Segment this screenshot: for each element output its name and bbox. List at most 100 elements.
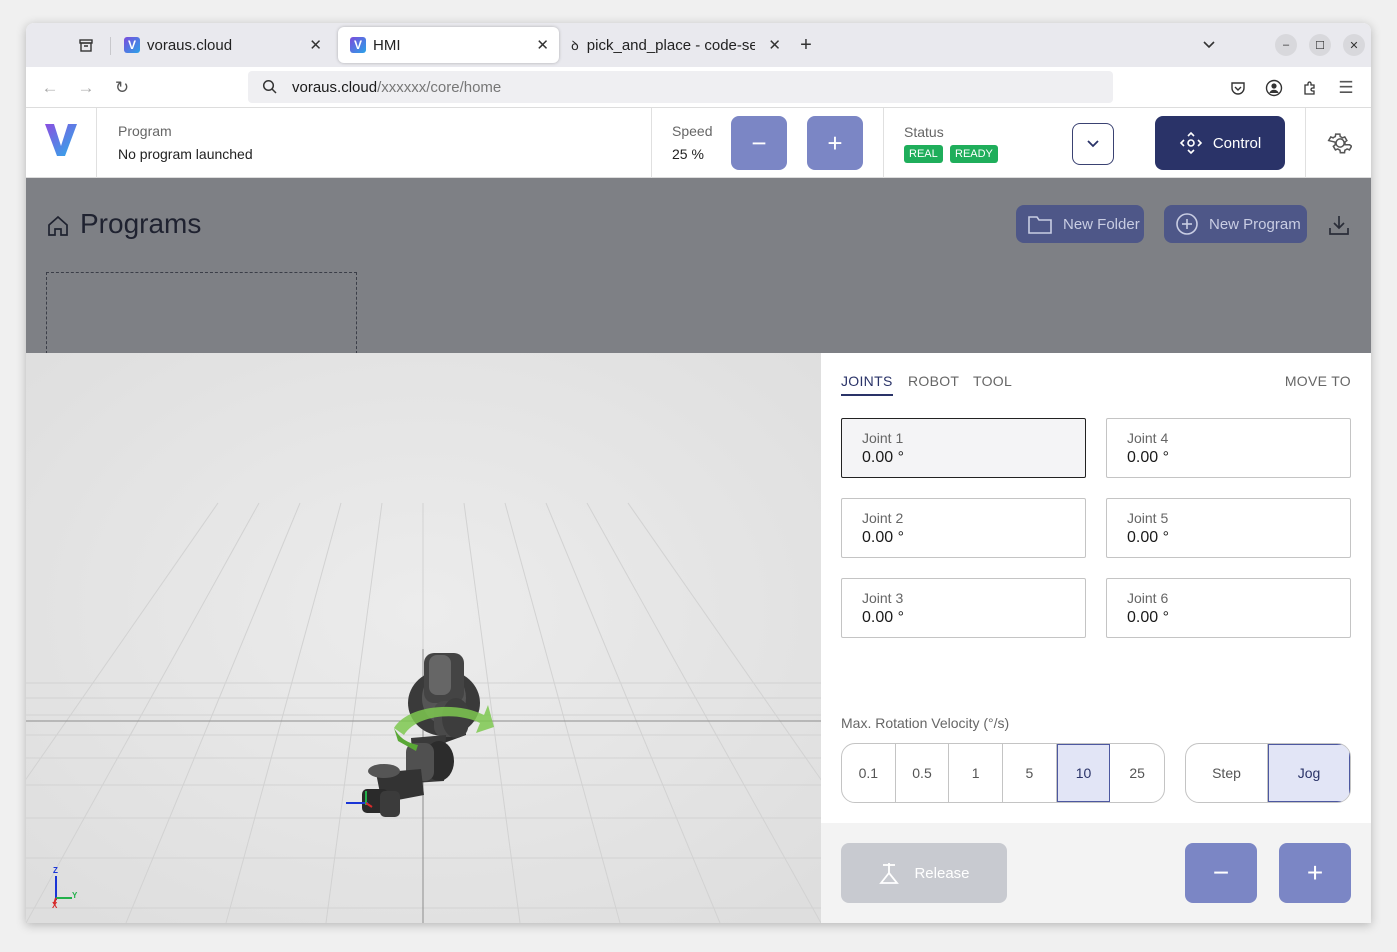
tab-code-server[interactable]: ꝺ pick_and_place - code-ser ✕ (559, 27, 781, 63)
program-drop-zone[interactable] (46, 272, 357, 354)
nav-bar: ← → ↻ voraus.cloud/xxxxxx/core/home ☰ (26, 67, 1371, 108)
panel-footer: Release − + (821, 823, 1371, 923)
folder-icon (1028, 216, 1052, 234)
back-icon[interactable]: ← (37, 75, 63, 101)
divider (1305, 108, 1306, 178)
program-label: Program (118, 123, 172, 139)
page-title: Programs (80, 208, 202, 239)
status-badge-real: REAL (904, 145, 943, 163)
joint-3-field[interactable]: Joint 3 0.00 ° (841, 578, 1086, 638)
close-icon[interactable]: ✕ (536, 36, 549, 54)
joint-label: Joint 5 (1127, 510, 1169, 526)
speed-decrease-button[interactable]: − (731, 116, 787, 170)
home-icon[interactable] (46, 214, 70, 243)
close-icon[interactable]: ✕ (309, 36, 322, 54)
speed-value: 25 % (672, 146, 704, 162)
panel-tabs: JOINTS ROBOT TOOL MOVE TO (841, 373, 1351, 399)
tab-list-chevron-icon[interactable] (1194, 30, 1224, 60)
tab-tool[interactable]: TOOL (973, 373, 1012, 389)
velocity-option[interactable]: 0.5 (896, 744, 950, 802)
url-bar[interactable]: voraus.cloud/xxxxxx/core/home (248, 71, 1113, 103)
browser-window: V voraus.cloud ✕ V HMI ✕ ꝺ pick_and_plac… (26, 23, 1371, 923)
forward-icon[interactable]: → (73, 75, 99, 101)
velocity-option[interactable]: 0.1 (842, 744, 896, 802)
tab-label: voraus.cloud (147, 36, 233, 54)
divider (651, 108, 652, 178)
voraus-logo-icon[interactable] (44, 120, 78, 164)
tab-move-to[interactable]: MOVE TO (1285, 373, 1351, 389)
velocity-option[interactable]: 1 (949, 744, 1004, 802)
joint-value: 0.00 ° (862, 449, 904, 466)
joint-value: 0.00 ° (1127, 609, 1169, 626)
status-badge-ready: READY (950, 145, 998, 163)
joint-label: Joint 6 (1127, 590, 1169, 606)
tab-hmi[interactable]: V HMI ✕ (338, 27, 559, 63)
tab-label: pick_and_place - code-ser (586, 36, 755, 54)
maximize-icon[interactable]: ☐ (1309, 34, 1331, 56)
tab-separator (110, 37, 111, 55)
new-program-label: New Program (1209, 215, 1301, 233)
joint-label: Joint 4 (1127, 430, 1169, 446)
status-expand-button[interactable] (1072, 123, 1114, 165)
download-icon[interactable] (1327, 213, 1351, 242)
joint-2-field[interactable]: Joint 2 0.00 ° (841, 498, 1086, 558)
search-icon (262, 79, 278, 95)
velocity-option-selected[interactable]: 10 (1056, 744, 1111, 802)
new-program-button[interactable]: New Program (1164, 205, 1307, 243)
joint-value: 0.00 ° (862, 609, 904, 626)
extensions-icon[interactable] (1297, 75, 1323, 101)
velocity-label: Max. Rotation Velocity (°/s) (841, 715, 1010, 731)
speed-increase-button[interactable]: + (807, 116, 863, 170)
pocket-icon[interactable] (1225, 75, 1251, 101)
tab-voraus-cloud[interactable]: V voraus.cloud ✕ (112, 27, 332, 63)
release-button[interactable]: Release (841, 843, 1007, 903)
joint-1-field[interactable]: Joint 1 0.00 ° (841, 418, 1086, 478)
reload-icon[interactable]: ↻ (109, 75, 135, 101)
code-server-favicon-icon: ꝺ (571, 38, 579, 53)
account-icon[interactable] (1261, 75, 1287, 101)
url-host: voraus.cloud (292, 78, 378, 96)
tab-robot[interactable]: ROBOT (908, 373, 959, 389)
url-path: /xxxxxx/core/home (377, 78, 502, 96)
joint-label: Joint 3 (862, 590, 904, 606)
tab-bar: V voraus.cloud ✕ V HMI ✕ ꝺ pick_and_plac… (26, 23, 1371, 67)
tab-joints[interactable]: JOINTS (841, 373, 893, 396)
joint-value: 0.00 ° (862, 529, 904, 546)
axis-z-label: Z (53, 866, 58, 875)
robot-arm-model[interactable] (316, 643, 516, 843)
app-header: Program No program launched Speed 25 % −… (26, 108, 1371, 178)
joint-label: Joint 1 (862, 430, 904, 446)
jog-plus-button[interactable]: + (1279, 843, 1351, 903)
tab-overview-icon[interactable] (71, 30, 101, 60)
release-label: Release (914, 864, 970, 882)
joint-5-field[interactable]: Joint 5 0.00 ° (1106, 498, 1351, 558)
divider (96, 108, 97, 178)
velocity-option[interactable]: 25 (1110, 744, 1164, 802)
voraus-favicon-icon: V (124, 37, 140, 53)
joint-6-field[interactable]: Joint 6 0.00 ° (1106, 578, 1351, 638)
brake-release-icon (879, 863, 900, 884)
new-folder-label: New Folder (1063, 215, 1140, 233)
jog-minus-button[interactable]: − (1185, 843, 1257, 903)
gear-icon[interactable] (1324, 129, 1353, 157)
control-button[interactable]: Control (1155, 116, 1285, 170)
jog-mode-selector: Step Jog (1185, 743, 1351, 803)
joint-value: 0.00 ° (1127, 449, 1169, 466)
chevron-down-icon (1087, 140, 1099, 148)
status-label: Status (904, 124, 944, 140)
new-tab-icon[interactable]: + (791, 30, 821, 60)
mode-jog-option[interactable]: Jog (1268, 744, 1350, 802)
robot-3d-viewport[interactable]: Z Y X (26, 353, 821, 923)
new-folder-button[interactable]: New Folder (1016, 205, 1144, 243)
minimize-icon[interactable]: – (1275, 34, 1297, 56)
window-close-icon[interactable]: ✕ (1343, 34, 1365, 56)
velocity-selector: 0.1 0.5 1 5 10 25 (841, 743, 1165, 803)
menu-icon[interactable]: ☰ (1333, 75, 1359, 101)
axis-y-label: Y (72, 891, 78, 900)
joint-4-field[interactable]: Joint 4 0.00 ° (1106, 418, 1351, 478)
speed-label: Speed (672, 123, 713, 139)
velocity-option[interactable]: 5 (1003, 744, 1057, 802)
close-icon[interactable]: ✕ (768, 36, 781, 54)
mode-step-option[interactable]: Step (1186, 744, 1268, 802)
voraus-favicon-icon: V (350, 37, 366, 53)
